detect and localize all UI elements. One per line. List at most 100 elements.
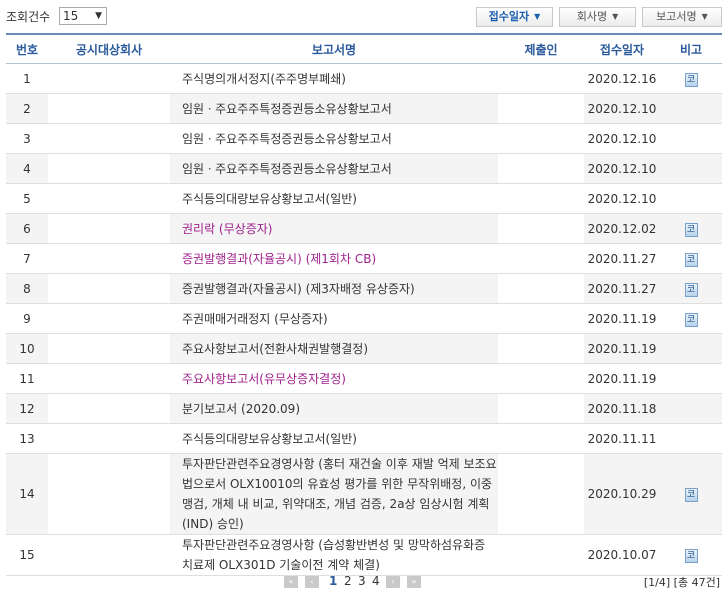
submitter-cell <box>498 333 584 364</box>
sort-by-company-button[interactable]: 회사명 ▼ <box>559 7 636 27</box>
row-number: 15 <box>6 534 48 576</box>
caret-down-icon: ▼ <box>701 12 708 21</box>
header-report[interactable]: 보고서명 <box>170 33 498 64</box>
header-company[interactable]: 공시대상회사 <box>48 33 170 64</box>
date-cell: 2020.11.18 <box>584 393 660 424</box>
report-link[interactable]: 임원ㆍ주요주주특정증권등소유상황보고서 <box>182 132 392 146</box>
submitter-cell <box>498 303 584 334</box>
date-cell: 2020.12.02 <box>584 213 660 244</box>
kosdaq-note-icon[interactable]: 코 <box>684 222 698 237</box>
report-link[interactable]: 주식명의개서정지(주주명부폐쇄) <box>182 72 346 86</box>
top-toolbar: 조회건수 15 ▼ 접수일자 ▼ 회사명 ▼ 보고서명 ▼ <box>0 0 728 30</box>
page-1-link[interactable]: 1 <box>329 574 337 588</box>
date-cell: 2020.12.10 <box>584 153 660 184</box>
report-link[interactable]: 투자판단관련주요경영사항 (홍터 재건술 이후 재발 억제 보조요법으로서 OL… <box>182 457 497 531</box>
date-cell: 2020.12.10 <box>584 93 660 124</box>
kosdaq-note-icon[interactable]: 코 <box>684 72 698 87</box>
report-link[interactable]: 권리락 (무상증자) <box>182 222 272 236</box>
row-number: 9 <box>6 303 48 334</box>
page-4-link[interactable]: 4 <box>372 574 380 588</box>
row-number: 11 <box>6 363 48 394</box>
note-cell <box>660 93 722 124</box>
report-link[interactable]: 임원ㆍ주요주주특정증권등소유상황보고서 <box>182 102 392 116</box>
row-number: 2 <box>6 93 48 124</box>
sort-by-date-label: 접수일자 <box>488 10 530 23</box>
note-cell: 코 <box>660 213 722 244</box>
report-link[interactable]: 증권발행결과(자율공시) (제1회차 CB) <box>182 252 376 266</box>
report-link[interactable]: 분기보고서 (2020.09) <box>182 402 300 416</box>
report-link[interactable]: 투자판단관련주요경영사항 (습성황반변성 및 망막하섬유화증 치료제 OLX30… <box>182 538 485 572</box>
note-cell <box>660 363 722 394</box>
report-cell: 주식등의대량보유상황보고서(일반) <box>170 183 498 214</box>
submitter-cell <box>498 453 584 535</box>
submitter-cell <box>498 93 584 124</box>
report-link[interactable]: 증권발행결과(자율공시) (제3자배정 유상증자) <box>182 282 415 296</box>
table-row: 2 임원ㆍ주요주주특정증권등소유상황보고서 2020.12.10 <box>6 93 722 124</box>
page-3-link[interactable]: 3 <box>358 574 366 588</box>
table-row: 15 투자판단관련주요경영사항 (습성황반변성 및 망막하섬유화증 치료제 OLX… <box>6 534 722 576</box>
date-cell: 2020.11.19 <box>584 303 660 334</box>
sort-by-date-button[interactable]: 접수일자 ▼ <box>476 7 553 27</box>
header-no[interactable]: 번호 <box>6 33 48 64</box>
kosdaq-note-icon[interactable]: 코 <box>684 549 698 563</box>
company-cell <box>48 423 170 454</box>
date-cell: 2020.11.27 <box>584 243 660 274</box>
sort-by-report-button[interactable]: 보고서명 ▼ <box>642 7 722 27</box>
report-link[interactable]: 주요사항보고서(유무상증자결정) <box>182 372 346 386</box>
row-number: 3 <box>6 123 48 154</box>
report-link[interactable]: 주요사항보고서(전환사채권발행결정) <box>182 342 368 356</box>
header-date[interactable]: 접수일자 <box>584 33 660 64</box>
row-number: 5 <box>6 183 48 214</box>
next-page-button[interactable]: › <box>386 576 400 588</box>
page-2-link[interactable]: 2 <box>344 574 352 588</box>
submitter-cell <box>498 123 584 154</box>
header-submitter[interactable]: 제출인 <box>498 33 584 64</box>
table-row: 12 분기보고서 (2020.09) 2020.11.18 <box>6 393 722 424</box>
date-cell: 2020.12.16 <box>584 63 660 94</box>
company-cell <box>48 243 170 274</box>
kosdaq-note-icon[interactable]: 코 <box>684 488 698 502</box>
report-cell: 증권발행결과(자율공시) (제1회차 CB) <box>170 243 498 274</box>
note-cell <box>660 123 722 154</box>
company-cell <box>48 273 170 304</box>
table-row: 7 증권발행결과(자율공시) (제1회차 CB) 2020.11.27 코 <box>6 243 722 274</box>
table-row: 11 주요사항보고서(유무상증자결정) 2020.11.19 <box>6 363 722 394</box>
submitter-cell <box>498 63 584 94</box>
kosdaq-note-icon[interactable]: 코 <box>684 252 698 267</box>
submitter-cell <box>498 153 584 184</box>
pagination: « ‹ 1 2 3 4 › » [1/4] [총 47건] <box>0 573 728 591</box>
company-cell <box>48 213 170 244</box>
sort-by-company-label: 회사명 <box>576 10 608 23</box>
kosdaq-note-icon[interactable]: 코 <box>684 312 698 327</box>
date-cell: 2020.11.27 <box>584 273 660 304</box>
kosdaq-note-icon[interactable]: 코 <box>684 282 698 297</box>
table-row: 3 임원ㆍ주요주주특정증권등소유상황보고서 2020.12.10 <box>6 123 722 154</box>
last-page-button[interactable]: » <box>407 576 421 588</box>
report-link[interactable]: 임원ㆍ주요주주특정증권등소유상황보고서 <box>182 162 392 176</box>
submitter-cell <box>498 243 584 274</box>
note-cell <box>660 153 722 184</box>
company-cell <box>48 453 170 535</box>
submitter-cell <box>498 423 584 454</box>
note-cell <box>660 393 722 424</box>
disclosure-table: 번호 공시대상회사 보고서명 제출인 접수일자 비고 1 주식명의개서정지(주주명… <box>6 33 722 576</box>
count-select[interactable]: 15 ▼ <box>59 7 107 25</box>
row-number: 10 <box>6 333 48 364</box>
sort-by-report-label: 보고서명 <box>656 10 697 23</box>
company-cell <box>48 63 170 94</box>
report-link[interactable]: 주식등의대량보유상황보고서(일반) <box>182 432 357 446</box>
table-row: 10 주요사항보고서(전환사채권발행결정) 2020.11.19 <box>6 333 722 364</box>
first-page-button[interactable]: « <box>284 576 298 588</box>
report-cell: 주권매매거래정지 (무상증자) <box>170 303 498 334</box>
date-cell: 2020.12.10 <box>584 183 660 214</box>
caret-down-icon: ▼ <box>612 12 619 21</box>
note-cell <box>660 423 722 454</box>
report-cell: 권리락 (무상증자) <box>170 213 498 244</box>
report-link[interactable]: 주권매매거래정지 (무상증자) <box>182 312 328 326</box>
table-row: 1 주식명의개서정지(주주명부폐쇄) 2020.12.16 코 <box>6 63 722 94</box>
submitter-cell <box>498 393 584 424</box>
prev-page-button[interactable]: ‹ <box>305 576 319 588</box>
company-cell <box>48 93 170 124</box>
report-link[interactable]: 주식등의대량보유상황보고서(일반) <box>182 192 357 206</box>
submitter-cell <box>498 183 584 214</box>
